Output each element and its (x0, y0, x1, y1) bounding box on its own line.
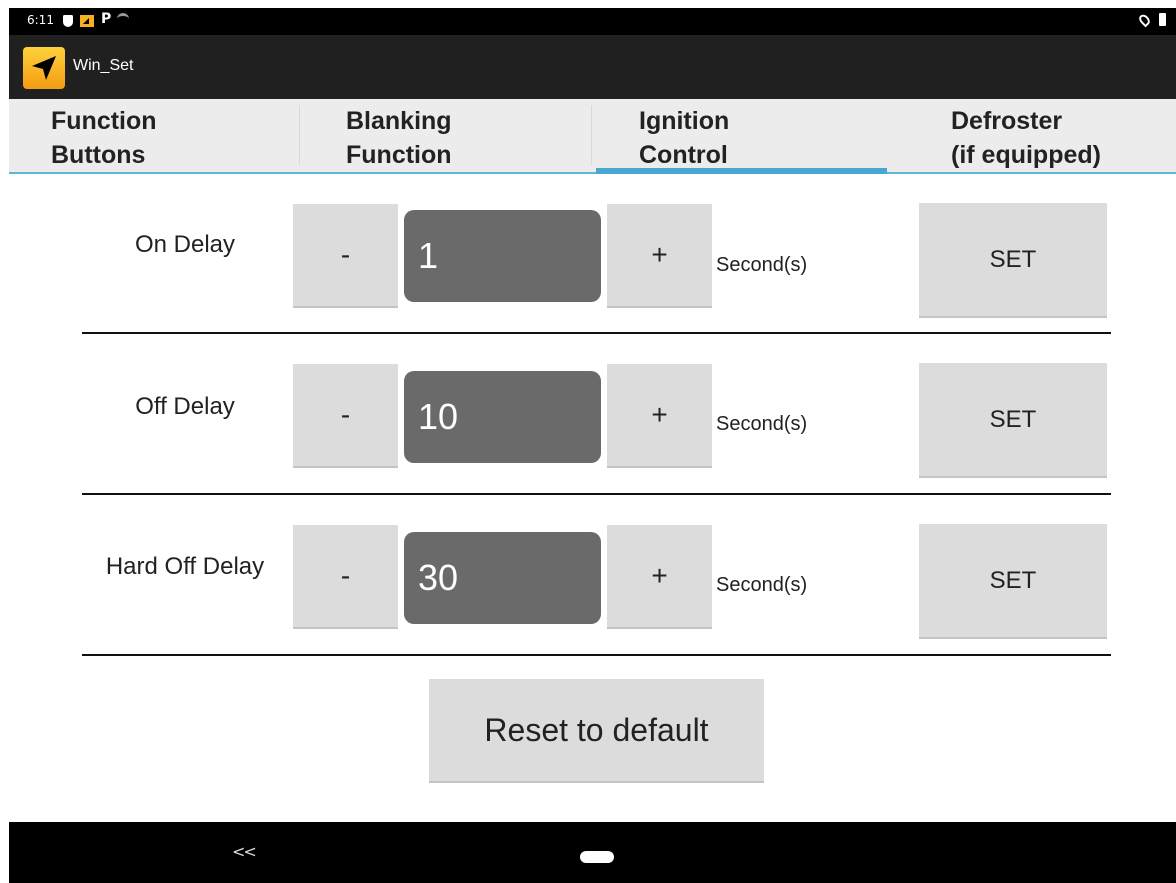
battery-icon (1159, 13, 1166, 26)
navigation-notification-icon (80, 15, 94, 27)
wifi-icon (117, 13, 129, 25)
tab-divider (591, 105, 592, 165)
tab-divider (299, 105, 300, 165)
location-icon (1137, 12, 1152, 28)
tab-blanking-function[interactable]: Blanking Function (301, 99, 592, 172)
app-bar: Win_Set (9, 35, 1176, 99)
tab-bar: Function Buttons Blanking Function Ignit… (9, 99, 1176, 174)
off-delay-value-field[interactable]: 10 (404, 371, 601, 463)
tab-defroster[interactable]: Defroster (if equipped) (889, 99, 1176, 172)
row-divider (82, 332, 1111, 334)
tab-selected-indicator (596, 168, 887, 174)
hard-off-delay-label: Hard Off Delay (105, 553, 265, 580)
hard-off-delay-increment-button[interactable]: + (607, 525, 712, 629)
status-bar: 6:11 P (9, 8, 1176, 35)
tab-function-buttons[interactable]: Function Buttons (9, 99, 300, 172)
tab-label: Defroster (if equipped) (951, 107, 1101, 169)
row-divider (82, 493, 1111, 495)
on-delay-unit: Second(s) (716, 254, 808, 276)
hard-off-delay-decrement-button[interactable]: - (293, 525, 398, 629)
tab-label: Ignition Control (639, 107, 730, 169)
hard-off-delay-value-field[interactable]: 30 (404, 532, 601, 624)
app-title: Win_Set (73, 57, 134, 74)
hard-off-delay-set-button[interactable]: SET (919, 524, 1107, 639)
row-divider (82, 654, 1111, 656)
system-nav-bar: << (9, 822, 1176, 883)
tab-label: Function Buttons (51, 107, 157, 169)
on-delay-value-field[interactable]: 1 (404, 210, 601, 302)
off-delay-set-button[interactable]: SET (919, 363, 1107, 478)
back-icon[interactable]: << (232, 842, 257, 861)
on-delay-label: On Delay (134, 231, 236, 258)
off-delay-unit: Second(s) (716, 413, 808, 435)
parking-icon: P (101, 11, 112, 27)
shield-icon (63, 15, 73, 27)
off-delay-label: Off Delay (135, 393, 235, 420)
on-delay-increment-button[interactable]: + (607, 204, 712, 308)
home-icon[interactable] (580, 851, 614, 863)
navigation-arrow-icon (23, 47, 65, 89)
reset-to-default-button[interactable]: Reset to default (429, 679, 764, 783)
off-delay-increment-button[interactable]: + (607, 364, 712, 468)
tab-label: Blanking Function (346, 107, 452, 169)
on-delay-decrement-button[interactable]: - (293, 204, 398, 308)
tab-ignition-control[interactable]: Ignition Control (596, 99, 887, 174)
hard-off-delay-unit: Second(s) (716, 574, 808, 596)
off-delay-decrement-button[interactable]: - (293, 364, 398, 468)
on-delay-set-button[interactable]: SET (919, 203, 1107, 318)
status-time: 6:11 (27, 13, 54, 27)
